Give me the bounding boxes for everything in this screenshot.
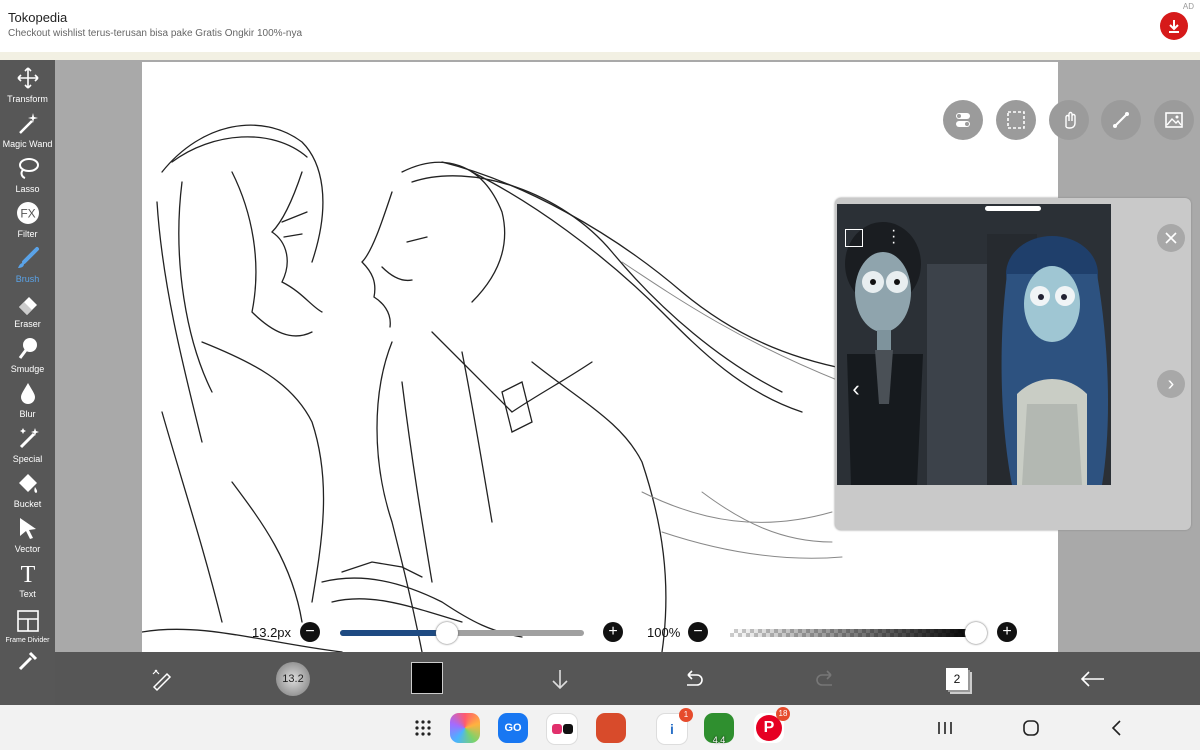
ruler-icon[interactable] xyxy=(1101,100,1141,140)
tool-eraser[interactable]: Eraser xyxy=(0,285,55,329)
size-slider-fill xyxy=(340,630,448,636)
lasso-icon xyxy=(16,156,40,184)
bucket-icon xyxy=(16,471,40,499)
size-slider-knob[interactable] xyxy=(436,622,459,644)
layers-count: 2 xyxy=(946,668,968,690)
chevron-right-icon[interactable]: › xyxy=(1157,370,1185,398)
smudge-icon xyxy=(16,336,40,364)
tool-filter[interactable]: FX Filter xyxy=(0,195,55,239)
ibis-badge: 1 xyxy=(679,708,693,722)
opacity-plus-button[interactable]: + xyxy=(997,622,1017,642)
quick-pen-icon[interactable] xyxy=(145,662,179,696)
tool-label: Smudge xyxy=(10,364,45,374)
magic-wand-icon xyxy=(16,111,40,139)
close-icon[interactable] xyxy=(1157,224,1185,252)
more-vert-icon[interactable]: · · · xyxy=(891,223,896,251)
game-rating: 4.4 xyxy=(712,735,726,745)
eraser-icon xyxy=(16,291,40,319)
undo-icon[interactable] xyxy=(676,662,710,696)
tool-brush[interactable]: Brush xyxy=(0,240,55,284)
frame-divider-icon xyxy=(16,609,40,637)
tool-label: Eraser xyxy=(14,319,41,329)
tool-blur[interactable]: Blur xyxy=(0,375,55,419)
tool-label: Text xyxy=(19,589,36,599)
square-icon[interactable] xyxy=(845,229,863,247)
ad-subtitle: Checkout wishlist terus-terusan bisa pak… xyxy=(8,28,303,39)
image-reference-icon[interactable] xyxy=(1154,100,1194,140)
tool-special[interactable]: Special xyxy=(0,420,55,464)
window-drag-handle[interactable] xyxy=(985,206,1041,211)
svg-text:FX: FX xyxy=(20,207,35,221)
transform-icon xyxy=(16,66,40,94)
plants-game-icon[interactable]: 4.4 xyxy=(704,713,734,745)
current-color-swatch[interactable] xyxy=(411,662,443,694)
recent-apps-icon[interactable] xyxy=(930,713,960,743)
opacity-label: 100% xyxy=(647,625,681,640)
pinterest-app-icon[interactable]: P 18 xyxy=(754,707,790,743)
gojek-app-icon[interactable]: GO xyxy=(498,713,528,743)
app-drawer-icon[interactable] xyxy=(408,713,438,743)
tool-label: Frame Divider xyxy=(5,637,50,644)
redo-icon[interactable] xyxy=(809,662,843,696)
opacity-minus-button[interactable]: − xyxy=(688,622,708,642)
chevron-left-icon[interactable]: ‹ xyxy=(843,376,869,402)
brush-preview[interactable]: 13.2 xyxy=(276,662,310,696)
tool-sidebar: Transform Magic Wand Lasso FX Filter Brush Era… xyxy=(0,60,55,705)
tool-label: Filter xyxy=(17,229,38,239)
ad-tag: AD xyxy=(1182,2,1194,11)
tool-vector[interactable]: Vector xyxy=(0,510,55,554)
social-folder-icon[interactable] xyxy=(546,713,578,745)
system-nav-bar: GO i 1 4.4 P 18 xyxy=(0,705,1200,750)
tool-frame-divider[interactable]: Frame Divider xyxy=(0,600,55,644)
bottom-toolbar: 13.2 2 xyxy=(55,652,1200,705)
opacity-slider-knob[interactable] xyxy=(965,622,987,644)
toggle-icon[interactable] xyxy=(943,100,983,140)
ibispaint-app-icon[interactable]: i 1 xyxy=(656,708,693,745)
tool-label: Lasso xyxy=(15,184,40,194)
reference-image: ‹ · · · xyxy=(837,204,1111,485)
back-nav-icon[interactable] xyxy=(1102,713,1132,743)
tool-lasso[interactable]: Lasso xyxy=(0,150,55,194)
special-icon xyxy=(16,426,40,454)
text-icon: T xyxy=(16,561,40,589)
hand-icon[interactable] xyxy=(1049,100,1089,140)
tool-bucket[interactable]: Bucket xyxy=(0,465,55,509)
tool-label: Blur xyxy=(19,409,36,419)
fx-icon: FX xyxy=(16,201,40,229)
download-arrow-icon[interactable] xyxy=(543,662,577,696)
tool-magic-wand[interactable]: Magic Wand xyxy=(0,105,55,149)
size-minus-button[interactable]: − xyxy=(300,622,320,642)
size-plus-button[interactable]: + xyxy=(603,622,623,642)
brush-controls: 13.2px − + 100% − + xyxy=(142,612,1058,652)
selection-icon[interactable] xyxy=(996,100,1036,140)
pinterest-badge: 18 xyxy=(776,707,790,721)
brush-size-label: 13.2px xyxy=(252,625,292,640)
opacity-slider[interactable] xyxy=(730,622,987,644)
brush-icon xyxy=(16,246,40,274)
game-app-icon[interactable] xyxy=(596,713,626,743)
vector-cursor-icon xyxy=(16,516,40,544)
tool-label: Bucket xyxy=(13,499,42,509)
tool-label: Magic Wand xyxy=(2,139,53,149)
home-icon[interactable] xyxy=(1016,713,1046,743)
tool-label: Special xyxy=(12,454,43,464)
tool-label: Transform xyxy=(7,94,48,104)
back-arrow-icon[interactable] xyxy=(1075,662,1109,696)
layers-icon[interactable]: 2 xyxy=(940,662,974,696)
tool-smudge[interactable]: Smudge xyxy=(0,330,55,374)
svg-text:T: T xyxy=(20,562,35,585)
tool-transform[interactable]: Transform xyxy=(0,60,55,104)
tool-text[interactable]: T Text xyxy=(0,555,55,599)
download-icon[interactable] xyxy=(1160,12,1188,40)
ad-title: Tokopedia xyxy=(8,10,68,25)
blur-drop-icon xyxy=(16,381,40,409)
tool-label: Vector xyxy=(14,544,41,554)
eyedropper-icon[interactable] xyxy=(0,645,55,675)
ad-banner[interactable]: Tokopedia Checkout wishlist terus-terusa… xyxy=(0,0,1200,60)
tool-label: Brush xyxy=(15,274,40,284)
gallery-app-icon[interactable] xyxy=(450,713,480,743)
brush-size-slider[interactable] xyxy=(340,622,584,644)
reference-window[interactable]: ‹ · · · › xyxy=(835,198,1191,530)
